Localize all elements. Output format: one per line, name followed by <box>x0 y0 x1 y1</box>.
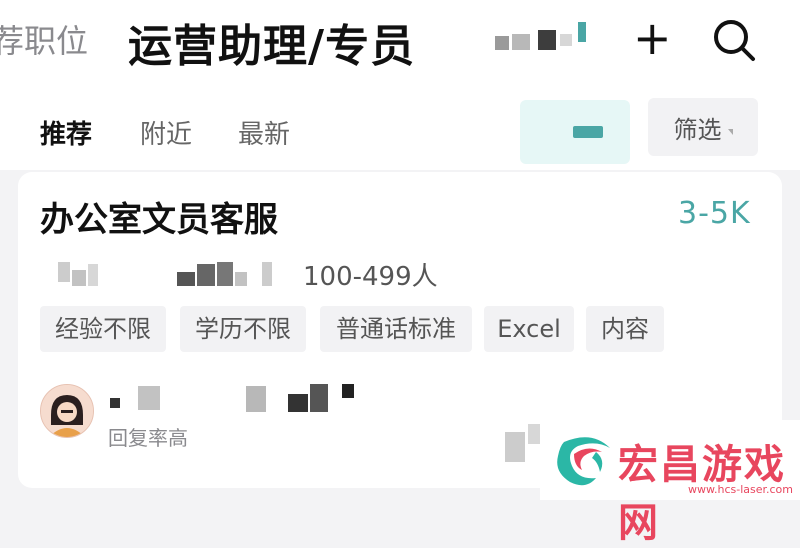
blurred-region <box>512 34 530 50</box>
blurred-region <box>342 384 354 398</box>
recruiter-avatar[interactable] <box>40 384 94 438</box>
blurred-region <box>560 34 572 46</box>
reply-rate: 回复率高 <box>108 426 188 450</box>
plus-icon[interactable]: + <box>633 15 672 61</box>
tag-education: 学历不限 <box>180 306 306 352</box>
tag-experience: 经验不限 <box>40 306 166 352</box>
watermark-logo-icon <box>557 437 610 486</box>
salary: 3-5K <box>678 196 751 231</box>
watermark-url: www.hcs-laser.com <box>688 483 793 496</box>
blurred-region <box>310 384 328 412</box>
blurred-region <box>197 264 215 286</box>
job-title: 办公室文员客服 <box>40 200 278 240</box>
blurred-region <box>235 272 247 286</box>
blurred-region <box>110 398 120 408</box>
tab-recommended[interactable]: 推荐 <box>40 114 92 151</box>
blurred-region <box>88 264 98 286</box>
city-selector-blurred-text <box>573 126 603 138</box>
dropdown-triangle-icon <box>727 129 733 135</box>
blurred-region <box>138 386 160 410</box>
blurred-region <box>177 272 195 286</box>
blurred-region <box>538 30 556 50</box>
blurred-region <box>58 262 70 282</box>
blurred-region <box>72 270 86 286</box>
tag-content: 内容 <box>586 306 664 352</box>
blurred-region <box>246 386 266 412</box>
page-title[interactable]: 运营助理/专员 <box>128 10 415 74</box>
company-size: 100-499人 <box>303 262 438 292</box>
blurred-region <box>288 394 308 412</box>
search-icon[interactable] <box>712 18 756 62</box>
tab-nearby[interactable]: 附近 <box>140 114 192 151</box>
filter-button[interactable]: 筛选 <box>648 98 758 156</box>
blurred-region <box>578 22 586 42</box>
blurred-region <box>505 432 525 462</box>
tab-latest[interactable]: 最新 <box>238 114 290 151</box>
filter-button-label: 筛选 <box>673 115 722 144</box>
blurred-region <box>217 262 233 286</box>
blurred-region <box>262 262 272 286</box>
tab-recommended-jobs[interactable]: 荐职位 <box>0 16 88 62</box>
blurred-region <box>495 36 509 50</box>
tag-mandarin: 普通话标准 <box>320 306 472 352</box>
tag-excel: Excel <box>484 306 574 352</box>
avatar-illustration <box>41 385 93 437</box>
